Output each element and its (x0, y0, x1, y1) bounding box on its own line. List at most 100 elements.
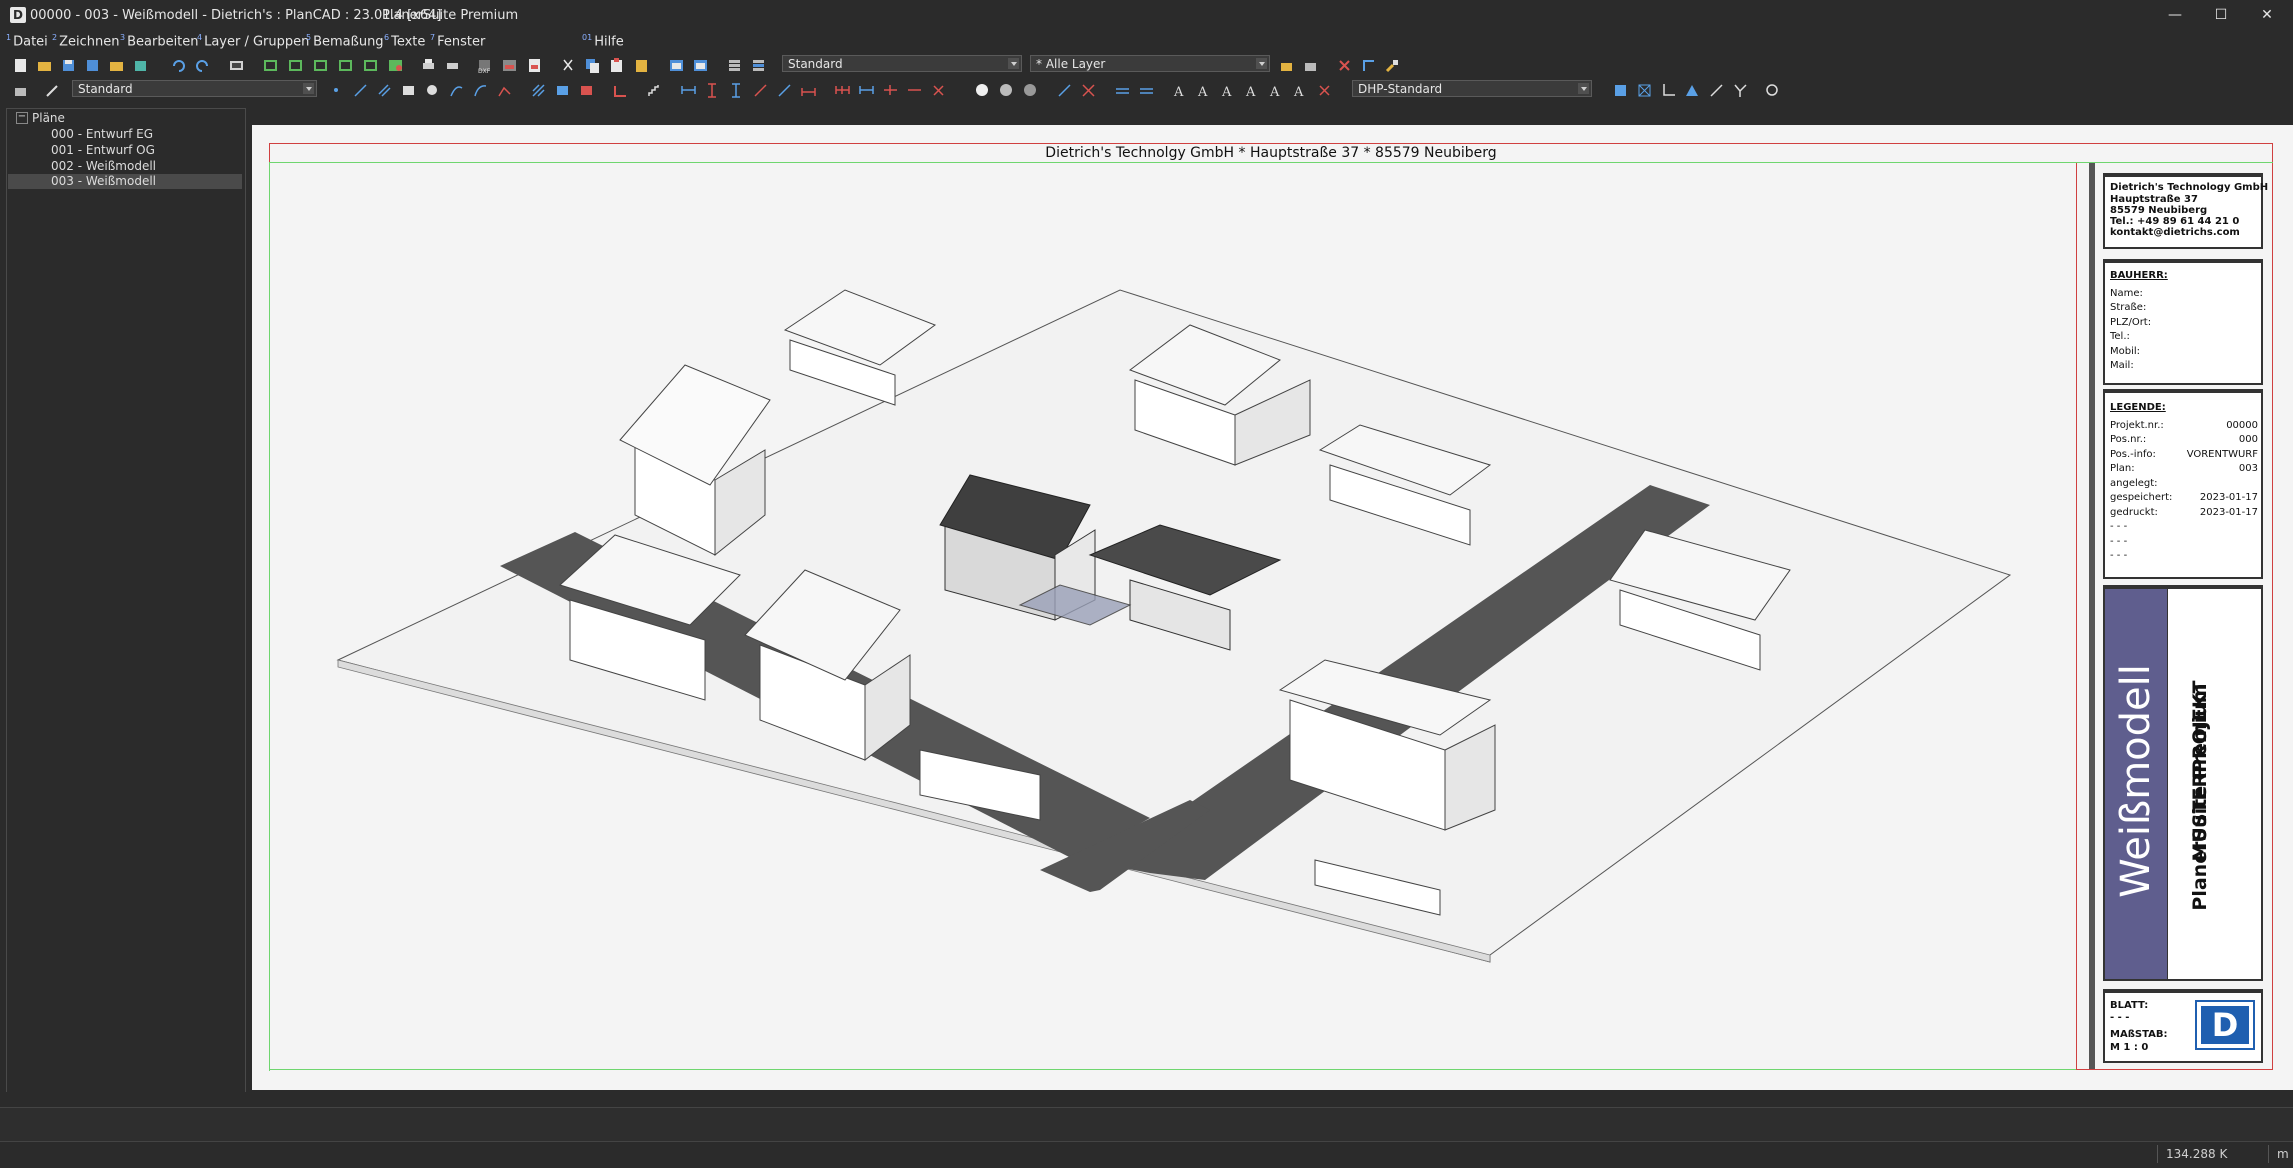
plan-green-1-icon[interactable] (262, 57, 279, 74)
menu-bearbeiten[interactable]: 3 Bearbeiten (120, 33, 199, 49)
plan-green-2-icon[interactable] (287, 57, 304, 74)
view-corner-icon[interactable] (1660, 82, 1677, 99)
sphere-white-icon[interactable] (974, 82, 991, 99)
screenshot-icon[interactable] (228, 57, 245, 74)
tree-item-selected[interactable]: 003 - Weißmodell (8, 174, 242, 189)
pen-settings-icon[interactable] (12, 82, 29, 99)
fill-icon[interactable] (554, 82, 571, 99)
folder-tree-icon[interactable] (132, 57, 149, 74)
view-square-icon[interactable] (1612, 82, 1629, 99)
paint-brush-icon[interactable] (1384, 57, 1401, 74)
minimize-button[interactable]: — (2152, 0, 2198, 30)
dim-horizontal-icon[interactable] (680, 82, 697, 99)
dim-edit-icon[interactable] (906, 82, 923, 99)
text-size-icon[interactable]: A (1196, 82, 1213, 99)
3d-white-model[interactable] (320, 270, 2020, 970)
new-file-icon[interactable] (12, 57, 29, 74)
polyline-icon[interactable] (496, 82, 513, 99)
text-delete-icon[interactable] (1316, 82, 1333, 99)
delete-icon[interactable] (1336, 57, 1353, 74)
line-icon[interactable] (352, 82, 369, 99)
redo-icon[interactable] (194, 57, 211, 74)
layer-stack-icon[interactable] (726, 57, 743, 74)
dim-delete-icon[interactable] (930, 82, 947, 99)
collapse-icon[interactable]: − (16, 112, 28, 124)
menu-datei[interactable]: 1 Datei (6, 33, 48, 49)
text-move-icon[interactable]: A (1292, 82, 1309, 99)
open-folder-icon[interactable] (36, 57, 53, 74)
text-edit-icon[interactable]: A (1244, 82, 1261, 99)
app-icon[interactable]: D (10, 7, 26, 23)
menu-hilfe[interactable]: 01 Hilfe (582, 33, 624, 49)
pen-style-combo[interactable]: Standard (72, 80, 317, 97)
corner-tool-icon[interactable] (1360, 57, 1377, 74)
parallel-2-icon[interactable] (1138, 82, 1155, 99)
folder-icon[interactable] (108, 57, 125, 74)
dim-angle-icon[interactable] (776, 82, 793, 99)
dim-chain-icon[interactable] (752, 82, 769, 99)
save-all-icon[interactable] (84, 57, 101, 74)
view-cross-icon[interactable] (1636, 82, 1653, 99)
opening-icon[interactable] (612, 82, 629, 99)
menu-fenster[interactable]: 7 Fenster (430, 33, 485, 49)
image-export-icon[interactable] (501, 57, 518, 74)
snap-off-icon[interactable] (1080, 82, 1097, 99)
wall-icon[interactable] (578, 82, 595, 99)
extend-icon[interactable] (1732, 82, 1749, 99)
pen-icon[interactable] (44, 82, 61, 99)
dim-point-icon[interactable] (882, 82, 899, 99)
hatch-icon[interactable] (530, 82, 547, 99)
save-icon[interactable] (60, 57, 77, 74)
sphere-shaded-icon[interactable] (998, 82, 1015, 99)
circle-outline-icon[interactable] (1764, 82, 1781, 99)
menu-zeichnen[interactable]: 2 Zeichnen (52, 33, 119, 49)
plan-green-3-icon[interactable] (312, 57, 329, 74)
circle-icon[interactable] (424, 82, 441, 99)
spline-icon[interactable] (472, 82, 489, 99)
double-line-icon[interactable] (376, 82, 393, 99)
text-replace-icon[interactable]: A (1268, 82, 1285, 99)
arc-icon[interactable] (448, 82, 465, 99)
menu-layer-gruppen[interactable]: 4 Layer / Gruppen (197, 33, 309, 49)
layer-style-combo[interactable]: Standard (782, 55, 1022, 72)
rectangle-icon[interactable] (400, 82, 417, 99)
dim-aligned-icon[interactable] (728, 82, 745, 99)
maximize-button[interactable]: ☐ (2198, 0, 2244, 30)
paste-icon[interactable] (608, 57, 625, 74)
horizontal-scrollbar[interactable] (0, 1092, 2293, 1106)
dxf-export-icon[interactable]: DXF (476, 57, 493, 74)
stairs-icon[interactable] (646, 82, 663, 99)
tree-root-label[interactable]: Pläne (32, 111, 65, 125)
pdf-export-icon[interactable] (526, 57, 543, 74)
window-tile-icon[interactable] (668, 57, 685, 74)
dim-total-icon[interactable] (834, 82, 851, 99)
sphere-render-icon[interactable] (1022, 82, 1039, 99)
menu-texte[interactable]: 6 Texte (384, 33, 425, 49)
triangle-icon[interactable] (1684, 82, 1701, 99)
print-icon[interactable] (420, 57, 437, 74)
layer-filter-combo[interactable]: * Alle Layer (1030, 55, 1270, 72)
dim-level-icon[interactable] (858, 82, 875, 99)
command-line[interactable] (0, 1107, 2293, 1142)
dim-style-combo[interactable]: DHP-Standard (1352, 80, 1592, 97)
layer-edit-icon[interactable] (1302, 57, 1319, 74)
plan-green-5-icon[interactable] (362, 57, 379, 74)
close-button[interactable]: ✕ (2244, 0, 2290, 30)
print-preview-icon[interactable] (444, 57, 461, 74)
tree-item[interactable]: 000 - Entwurf EG (8, 127, 242, 142)
tree-item[interactable]: 001 - Entwurf OG (8, 143, 242, 158)
layer-select-icon[interactable] (1278, 57, 1295, 74)
plan-red-icon[interactable] (387, 57, 404, 74)
window-cascade-icon[interactable] (692, 57, 709, 74)
dim-vertical-icon[interactable] (704, 82, 721, 99)
copy-icon[interactable] (584, 57, 601, 74)
dim-radius-icon[interactable] (800, 82, 817, 99)
menu-bemassung[interactable]: 5 Bemaßung (306, 33, 384, 49)
parallel-icon[interactable] (1114, 82, 1131, 99)
undo-icon[interactable] (170, 57, 187, 74)
point-icon[interactable] (328, 82, 345, 99)
text-icon[interactable]: A (1172, 82, 1189, 99)
snap-icon[interactable] (1056, 82, 1073, 99)
tree-item[interactable]: 002 - Weißmodell (8, 159, 242, 174)
clipboard-icon[interactable] (633, 57, 650, 74)
